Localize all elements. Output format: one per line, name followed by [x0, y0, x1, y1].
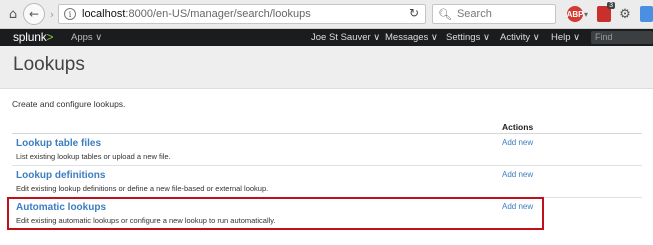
home-icon[interactable]: ⌂	[6, 4, 20, 24]
browser-toolbar: ⌂ ← › i localhost:8000/en-US/manager/sea…	[0, 0, 653, 29]
help-menu[interactable]: Help ∨	[551, 32, 580, 43]
highlight-box	[7, 197, 544, 230]
add-new-link[interactable]: Add new	[502, 170, 533, 179]
reload-icon[interactable]: ↻	[409, 6, 419, 20]
lookup-definitions-link[interactable]: Lookup definitions	[16, 170, 105, 181]
gear-icon[interactable]: ⚙	[618, 6, 632, 22]
splunk-logo[interactable]: splunk>	[13, 30, 54, 44]
settings-menu[interactable]: Settings ∨	[446, 32, 490, 43]
logo-text: splunk	[13, 30, 47, 44]
page-title: Lookups	[13, 54, 85, 75]
url-path: :8000/en-US/manager/search/lookups	[125, 8, 311, 20]
add-new-link[interactable]: Add new	[502, 138, 533, 147]
messages-menu[interactable]: Messages ∨	[385, 32, 438, 43]
search-placeholder: Search	[456, 8, 492, 20]
page-header: Lookups	[0, 46, 653, 89]
row-description: Edit existing lookup definitions or defi…	[16, 184, 269, 193]
browser-search-input[interactable]: 🔍︎ Search	[432, 4, 556, 24]
actions-column-header: Actions	[502, 122, 534, 132]
url-host: localhost	[82, 8, 126, 20]
user-menu[interactable]: Joe St Sauver ∨	[311, 32, 380, 43]
back-button[interactable]: ←	[23, 3, 45, 25]
header-divider	[12, 133, 642, 134]
adblock-extension-icon[interactable]: ABP	[567, 6, 583, 22]
forward-button[interactable]: ›	[47, 4, 57, 24]
extension-badge: 3	[607, 2, 615, 9]
apps-menu[interactable]: Apps ∨	[71, 32, 102, 43]
lookup-table-files-link[interactable]: Lookup table files	[16, 138, 101, 149]
row-description: List existing lookup tables or upload a …	[16, 152, 171, 161]
table-row: Lookup table files List existing lookup …	[12, 135, 642, 166]
activity-menu[interactable]: Activity ∨	[500, 32, 540, 43]
find-input[interactable]: Find	[591, 31, 653, 44]
mail-extension-icon[interactable]: 3	[597, 2, 615, 22]
url-text[interactable]: localhost:8000/en-US/manager/search/look…	[82, 8, 311, 20]
info-icon[interactable]: i	[64, 8, 76, 20]
splunk-nav-bar: splunk> Apps ∨ Joe St Sauver ∨ Messages …	[0, 29, 653, 46]
logo-chevron: >	[46, 30, 54, 44]
table-row: Lookup definitions Edit existing lookup …	[12, 167, 642, 198]
search-icon: 🔍︎	[438, 7, 452, 21]
address-bar[interactable]: i localhost:8000/en-US/manager/search/lo…	[58, 4, 426, 24]
page-subtitle: Create and configure lookups.	[12, 99, 126, 109]
user-extension-icon[interactable]	[640, 6, 653, 22]
chevron-down-icon[interactable]: ▾	[584, 6, 588, 22]
